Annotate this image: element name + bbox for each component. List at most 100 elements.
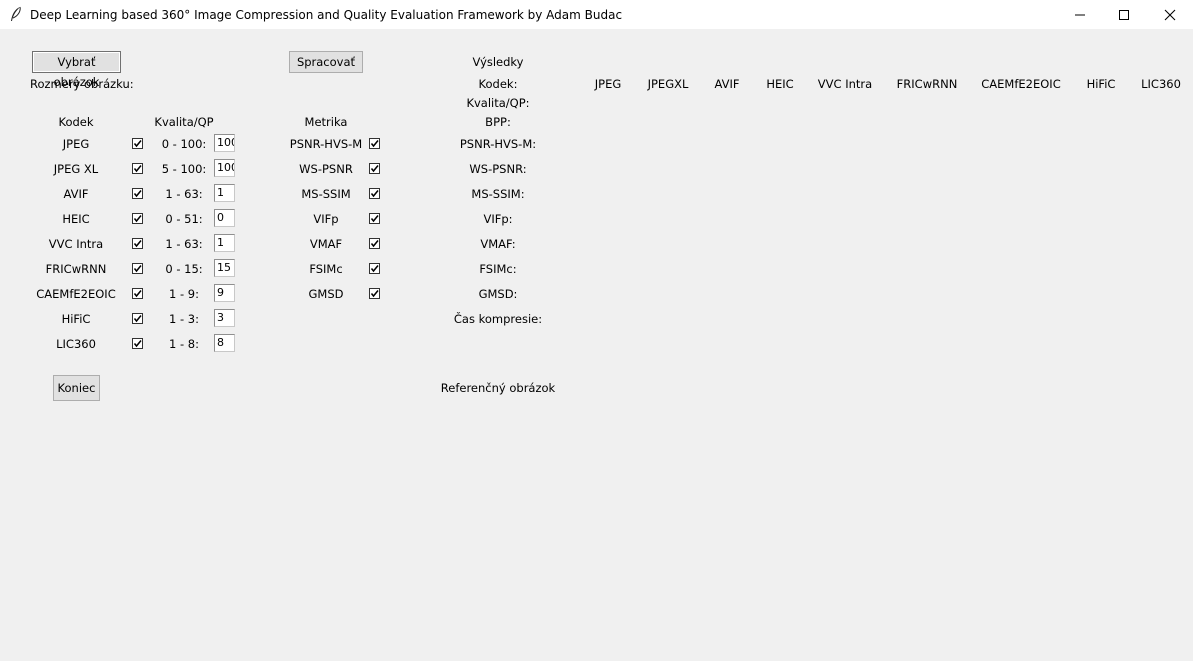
codec-checkbox-caemfe2eoic[interactable] — [132, 288, 143, 299]
checkmark-icon — [370, 140, 379, 148]
result-label-compression-time: Čas kompresie: — [453, 312, 543, 326]
quality-input-hific[interactable]: 3 — [214, 309, 235, 327]
checkmark-icon — [133, 340, 142, 348]
result-column-lic360: LIC360 — [1141, 77, 1181, 91]
reference-image-label: Referenčný obrázok — [440, 381, 556, 395]
codec-range-fricwrnn: 0 - 15: — [165, 262, 203, 276]
result-column-avif: AVIF — [714, 77, 740, 91]
codec-range-vvc-intra: 1 - 63: — [165, 237, 203, 251]
codec-header: Kodek — [58, 115, 94, 129]
codec-range-heic: 0 - 51: — [165, 212, 203, 226]
quality-input-jpeg[interactable]: 100 — [214, 134, 235, 152]
checkmark-icon — [133, 140, 142, 148]
metric-name-vifp: VIFp — [313, 212, 339, 226]
result-label-psnr-hvs-m: PSNR-HVS-M: — [459, 137, 537, 151]
minimize-icon — [1075, 14, 1085, 16]
codec-checkbox-vvc-intra[interactable] — [132, 238, 143, 249]
codec-checkbox-hific[interactable] — [132, 313, 143, 324]
checkmark-icon — [133, 215, 142, 223]
result-label-gmsd: GMSD: — [478, 287, 518, 301]
codec-range-jpegxl: 5 - 100: — [161, 162, 207, 176]
codec-name-fricwrnn: FRICwRNN — [45, 262, 107, 276]
close-button[interactable] — [1147, 0, 1193, 29]
result-column-jpegxl: JPEGXL — [647, 77, 689, 91]
title-bar[interactable]: Deep Learning based 360° Image Compressi… — [0, 0, 1193, 29]
codec-name-lic360: LIC360 — [56, 337, 96, 351]
codec-name-jpegxl: JPEG XL — [53, 162, 99, 176]
result-label-fsimc: FSIMc: — [479, 262, 517, 276]
quality-input-avif[interactable]: 1 — [214, 184, 235, 202]
metric-name-psnr-hvs-m: PSNR-HVS-M — [289, 137, 363, 151]
metric-name-vmaf: VMAF — [309, 237, 343, 251]
codec-name-jpeg: JPEG — [62, 137, 90, 151]
checkmark-icon — [133, 315, 142, 323]
codec-range-jpeg: 0 - 100: — [161, 137, 207, 151]
window-title: Deep Learning based 360° Image Compressi… — [30, 8, 623, 22]
maximize-icon — [1119, 10, 1129, 20]
codec-checkbox-jpeg[interactable] — [132, 138, 143, 149]
quality-input-fricwrnn[interactable]: 15 — [214, 259, 235, 277]
checkmark-icon — [370, 215, 379, 223]
checkmark-icon — [133, 165, 142, 173]
codec-range-lic360: 1 - 8: — [169, 337, 199, 351]
result-column-vvc-intra: VVC Intra — [817, 77, 873, 91]
codec-name-vvc-intra: VVC Intra — [48, 237, 104, 251]
checkmark-icon — [370, 265, 379, 273]
process-button[interactable]: Spracovať — [289, 51, 363, 73]
result-column-hific: HiFiC — [1086, 77, 1116, 91]
quality-input-jpegxl[interactable]: 100 — [214, 159, 235, 177]
codec-checkbox-jpegxl[interactable] — [132, 163, 143, 174]
minimize-button[interactable] — [1057, 0, 1103, 29]
codec-checkbox-fricwrnn[interactable] — [132, 263, 143, 274]
quality-input-vvc-intra[interactable]: 1 — [214, 234, 235, 252]
codec-name-heic: HEIC — [62, 212, 90, 226]
metric-checkbox-ws-psnr[interactable] — [369, 163, 380, 174]
checkmark-icon — [370, 165, 379, 173]
close-icon — [1164, 9, 1176, 21]
checkmark-icon — [133, 190, 142, 198]
codec-range-avif: 1 - 63: — [165, 187, 203, 201]
metric-name-fsimc: FSIMc — [309, 262, 343, 276]
result-label-quality: Kvalita/QP: — [466, 96, 530, 110]
maximize-button[interactable] — [1101, 0, 1147, 29]
checkmark-icon — [370, 290, 379, 298]
select-image-button[interactable]: Vybrať obrázok — [32, 51, 121, 89]
metric-name-ms-ssim: MS-SSIM — [301, 187, 351, 201]
codec-checkbox-heic[interactable] — [132, 213, 143, 224]
metric-checkbox-ms-ssim[interactable] — [369, 188, 380, 199]
codec-range-caemfe2eoic: 1 - 9: — [169, 287, 199, 301]
results-header: Výsledky — [472, 55, 524, 69]
result-label-bpp: BPP: — [485, 115, 511, 129]
checkmark-icon — [133, 290, 142, 298]
quality-input-lic360[interactable]: 8 — [214, 334, 235, 352]
quit-button[interactable]: Koniec — [53, 375, 100, 401]
codec-name-avif: AVIF — [63, 187, 89, 201]
metric-checkbox-psnr-hvs-m[interactable] — [369, 138, 380, 149]
result-column-heic: HEIC — [766, 77, 794, 91]
codec-range-hific: 1 - 3: — [169, 312, 199, 326]
result-column-fricwrnn: FRICwRNN — [896, 77, 958, 91]
checkmark-icon — [133, 265, 142, 273]
result-label-vmaf: VMAF: — [480, 237, 516, 251]
metric-checkbox-vifp[interactable] — [369, 213, 380, 224]
quality-input-caemfe2eoic[interactable]: 9 — [214, 284, 235, 302]
checkmark-icon — [133, 240, 142, 248]
result-label-ms-ssim: MS-SSIM: — [471, 187, 525, 201]
metric-header: Metrika — [304, 115, 348, 129]
result-column-caemfe2eoic: CAEMfE2EOIC — [981, 77, 1061, 91]
metric-checkbox-vmaf[interactable] — [369, 238, 380, 249]
codec-name-hific: HiFiC — [61, 312, 91, 326]
metric-checkbox-gmsd[interactable] — [369, 288, 380, 299]
feather-icon — [9, 6, 23, 22]
checkmark-icon — [370, 240, 379, 248]
metric-name-gmsd: GMSD — [308, 287, 344, 301]
codec-checkbox-avif[interactable] — [132, 188, 143, 199]
codec-name-caemfe2eoic: CAEMfE2EOIC — [36, 287, 116, 301]
result-label-codec: Kodek: — [478, 77, 518, 91]
result-label-ws-psnr: WS-PSNR: — [469, 162, 527, 176]
codec-checkbox-lic360[interactable] — [132, 338, 143, 349]
metric-checkbox-fsimc[interactable] — [369, 263, 380, 274]
quality-input-heic[interactable]: 0 — [214, 209, 235, 227]
metric-name-ws-psnr: WS-PSNR — [299, 162, 353, 176]
image-size-label: Rozmery obrázku: — [30, 77, 134, 91]
